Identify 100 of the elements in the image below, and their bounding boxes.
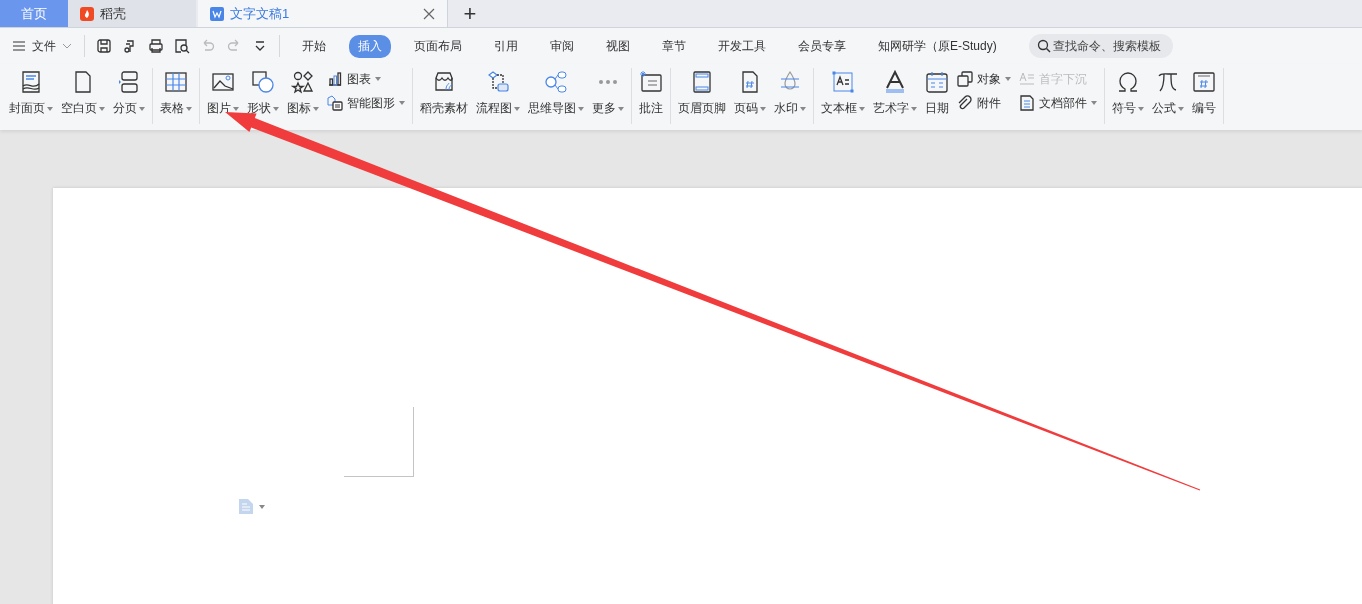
shapes-button[interactable]: 形状 xyxy=(243,68,283,119)
caret-icon xyxy=(399,101,405,105)
more-button[interactable]: 更多 xyxy=(588,68,628,119)
tab-label: 首页 xyxy=(21,4,47,23)
calendar-button[interactable]: 日期 xyxy=(921,68,953,119)
page-break-icon xyxy=(117,70,141,94)
ribbon-tab[interactable]: 知网研学（原E-Study) xyxy=(869,34,1006,58)
new-tab-button[interactable]: + xyxy=(448,0,492,27)
ribbon-tab[interactable]: 引用 xyxy=(485,34,527,58)
more-icon xyxy=(599,80,617,84)
drop-cap-icon xyxy=(1019,71,1035,87)
chevron-icon xyxy=(62,43,72,49)
button-label: 艺术字 xyxy=(873,100,909,117)
header-footer-icon xyxy=(690,70,714,94)
save-icon xyxy=(96,38,112,54)
numbering-icon xyxy=(1192,70,1216,94)
button-label: 形状 xyxy=(247,100,271,117)
ribbon-tab[interactable]: 会员专享 xyxy=(789,34,855,58)
caret-icon xyxy=(375,77,381,81)
button-label: 思维导图 xyxy=(528,100,576,117)
button-label: 日期 xyxy=(925,100,949,117)
close-icon xyxy=(423,7,435,20)
button-label: 页码 xyxy=(734,100,758,117)
ribbon-tab[interactable]: 页面布局 xyxy=(405,34,471,58)
caret-icon xyxy=(99,106,105,111)
button-label: 流程图 xyxy=(476,100,512,117)
page-number-button[interactable]: 页码 xyxy=(730,68,770,119)
icon-library-button[interactable]: 图标 xyxy=(283,68,323,119)
header-footer-button[interactable]: 页眉页脚 xyxy=(674,68,730,119)
button-label: 稻壳素材 xyxy=(420,100,468,117)
shapes-icon xyxy=(251,70,275,94)
button-label: 批注 xyxy=(639,100,663,117)
button-label: 符号 xyxy=(1112,100,1136,117)
storefront-button[interactable]: 稻壳素材 xyxy=(416,68,472,119)
ribbon-tab[interactable]: 章节 xyxy=(653,34,695,58)
print-icon xyxy=(148,38,164,54)
search-icon xyxy=(1036,39,1051,53)
caret-icon xyxy=(139,106,145,111)
table-icon xyxy=(164,70,188,94)
omega-button[interactable]: 符号 xyxy=(1108,68,1148,119)
tab[interactable]: 稻壳 xyxy=(68,0,196,27)
caret-icon xyxy=(186,106,192,111)
ribbon-tab[interactable]: 视图 xyxy=(597,34,639,58)
caret-icon xyxy=(1091,101,1097,105)
mind-map-icon xyxy=(544,70,568,94)
blank-page-button[interactable]: 空白页 xyxy=(57,68,109,119)
cover-page-icon xyxy=(19,70,43,94)
caret-icon xyxy=(47,106,53,111)
icon-library-icon xyxy=(291,70,315,94)
text-box-icon xyxy=(831,70,855,94)
bar-chart-icon xyxy=(327,71,343,87)
smart-graphic-button[interactable]: 智能图形 xyxy=(327,94,405,112)
comment-button[interactable]: 批注 xyxy=(635,68,667,119)
picture-button[interactable]: 图片 xyxy=(203,68,243,119)
tab-label: 文字文稿1 xyxy=(230,4,290,23)
smart-graphic-icon xyxy=(327,95,343,111)
document-icon xyxy=(239,499,253,514)
text-box-button[interactable]: 文本框 xyxy=(817,68,869,119)
button-label: 封面页 xyxy=(9,100,45,117)
button-label: 编号 xyxy=(1192,100,1216,117)
page-break-button[interactable]: 分页 xyxy=(109,68,149,119)
bar-chart-button[interactable]: 图表 xyxy=(327,70,405,88)
margin-marker xyxy=(344,407,414,477)
watermark-button[interactable]: 水印 xyxy=(770,68,810,119)
ribbon-tab[interactable]: 开发工具 xyxy=(709,34,775,58)
flowchart-button[interactable]: 流程图 xyxy=(472,68,524,119)
tab[interactable]: 文字文稿1 xyxy=(198,0,448,27)
document-logo-icon xyxy=(210,6,224,21)
ribbon-tab[interactable]: 审阅 xyxy=(541,34,583,58)
mind-map-button[interactable]: 思维导图 xyxy=(524,68,588,119)
object-icon xyxy=(957,71,973,87)
word-art-button[interactable]: 艺术字 xyxy=(869,68,921,119)
omega-icon xyxy=(1116,70,1140,94)
flame-logo-icon xyxy=(80,6,94,21)
pi-button[interactable]: 公式 xyxy=(1148,68,1188,119)
search-field[interactable]: 查找命令、搜索模板 xyxy=(1028,34,1173,58)
button-label: 图标 xyxy=(287,100,311,117)
document-parts-button[interactable]: 文档部件 xyxy=(1019,94,1097,112)
caret-icon xyxy=(1005,77,1011,81)
paperclip-button[interactable]: 附件 xyxy=(957,94,1011,112)
file-menu[interactable]: 文件 xyxy=(8,37,76,55)
numbering-button[interactable]: 编号 xyxy=(1188,68,1220,119)
paste-options-button[interactable] xyxy=(239,499,265,514)
flowchart-icon xyxy=(486,70,510,94)
button-label: 文本框 xyxy=(821,100,857,117)
storefront-icon xyxy=(432,70,456,94)
cover-page-button[interactable]: 封面页 xyxy=(5,68,57,119)
picture-icon xyxy=(211,70,235,94)
button-label: 智能图形 xyxy=(347,94,395,112)
button-label: 图片 xyxy=(207,100,231,117)
object-button[interactable]: 对象 xyxy=(957,70,1011,88)
comment-icon xyxy=(639,70,663,94)
button-label: 水印 xyxy=(774,100,798,117)
document-parts-icon xyxy=(1019,95,1035,111)
button-label: 表格 xyxy=(160,100,184,117)
button-label: 页眉页脚 xyxy=(678,100,726,117)
caret-icon xyxy=(259,504,265,509)
button-label: 文档部件 xyxy=(1039,94,1087,112)
ribbon-tab[interactable]: 开始 xyxy=(293,34,335,58)
table-button[interactable]: 表格 xyxy=(156,68,196,119)
